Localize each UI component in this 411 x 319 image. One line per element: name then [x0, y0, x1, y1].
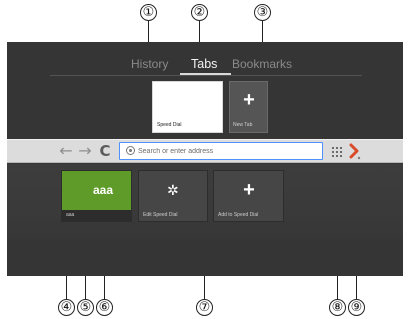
add-to-speed-dial-label: Add to Speed Dial: [218, 212, 259, 218]
callout-2: ②: [191, 4, 208, 21]
grid-icon: [340, 155, 342, 157]
plus-icon: +: [243, 179, 255, 201]
reload-button[interactable]: C: [97, 142, 113, 160]
aaa-tile-text: aaa: [93, 183, 114, 197]
new-tab-label: New Tab: [233, 122, 253, 128]
tabs-divider: [50, 75, 362, 76]
aaa-label: aaa: [66, 212, 75, 218]
tab-history[interactable]: History: [131, 57, 168, 71]
callout-4: ④: [58, 299, 75, 316]
callout-3: ③: [254, 4, 271, 21]
callout-5: ⑤: [77, 299, 94, 316]
tab-bookmarks[interactable]: Bookmarks: [232, 57, 292, 71]
forward-button[interactable]: →: [77, 142, 93, 160]
new-tab-thumbnail[interactable]: + New Tab: [229, 81, 268, 133]
address-bar[interactable]: [119, 142, 323, 160]
aaa-thumbnail: aaa: [62, 171, 131, 210]
browser-screen: History Tabs Bookmarks Speed Dial + New …: [7, 42, 403, 276]
grid-icon: [332, 151, 334, 153]
speed-dial-aaa[interactable]: aaa aaa: [61, 170, 132, 222]
grid-icon: [336, 151, 338, 153]
speed-dial-tab-thumbnail[interactable]: Speed Dial: [152, 81, 223, 133]
grid-icon: [336, 155, 338, 157]
grid-icon: [340, 147, 342, 149]
gear-icon: ✲: [167, 183, 179, 199]
callout-7: ⑦: [196, 299, 213, 316]
opera-menu-icon: [349, 143, 361, 160]
speed-dial-tab-label: Speed Dial: [157, 122, 182, 128]
address-input[interactable]: [138, 143, 316, 159]
add-to-speed-dial-button[interactable]: + Add to Speed Dial: [213, 170, 284, 222]
callout-6: ⑥: [96, 299, 113, 316]
top-tab-bar: History Tabs Bookmarks: [7, 42, 403, 76]
back-button[interactable]: ←: [58, 142, 74, 160]
grid-icon: [332, 155, 334, 157]
browser-menu-button[interactable]: [349, 143, 361, 160]
speed-dial-grid-button[interactable]: [332, 147, 342, 157]
callout-9: ⑨: [348, 299, 365, 316]
browser-toolbar: ← → C: [7, 139, 403, 163]
edit-speed-dial-button[interactable]: ✲ Edit Speed Dial: [138, 170, 208, 222]
grid-icon: [336, 147, 338, 149]
grid-icon: [340, 151, 342, 153]
globe-icon: [126, 146, 135, 155]
callout-1: ①: [140, 4, 157, 21]
grid-icon: [332, 147, 334, 149]
speed-dial-area: aaa aaa ✲ Edit Speed Dial + Add to Speed…: [7, 164, 403, 276]
edit-speed-dial-label: Edit Speed Dial: [143, 212, 178, 218]
speed-dial-bottom-band: [7, 239, 403, 276]
callout-8: ⑧: [329, 299, 346, 316]
plus-icon: +: [243, 89, 255, 111]
tab-tabs[interactable]: Tabs: [191, 57, 217, 71]
